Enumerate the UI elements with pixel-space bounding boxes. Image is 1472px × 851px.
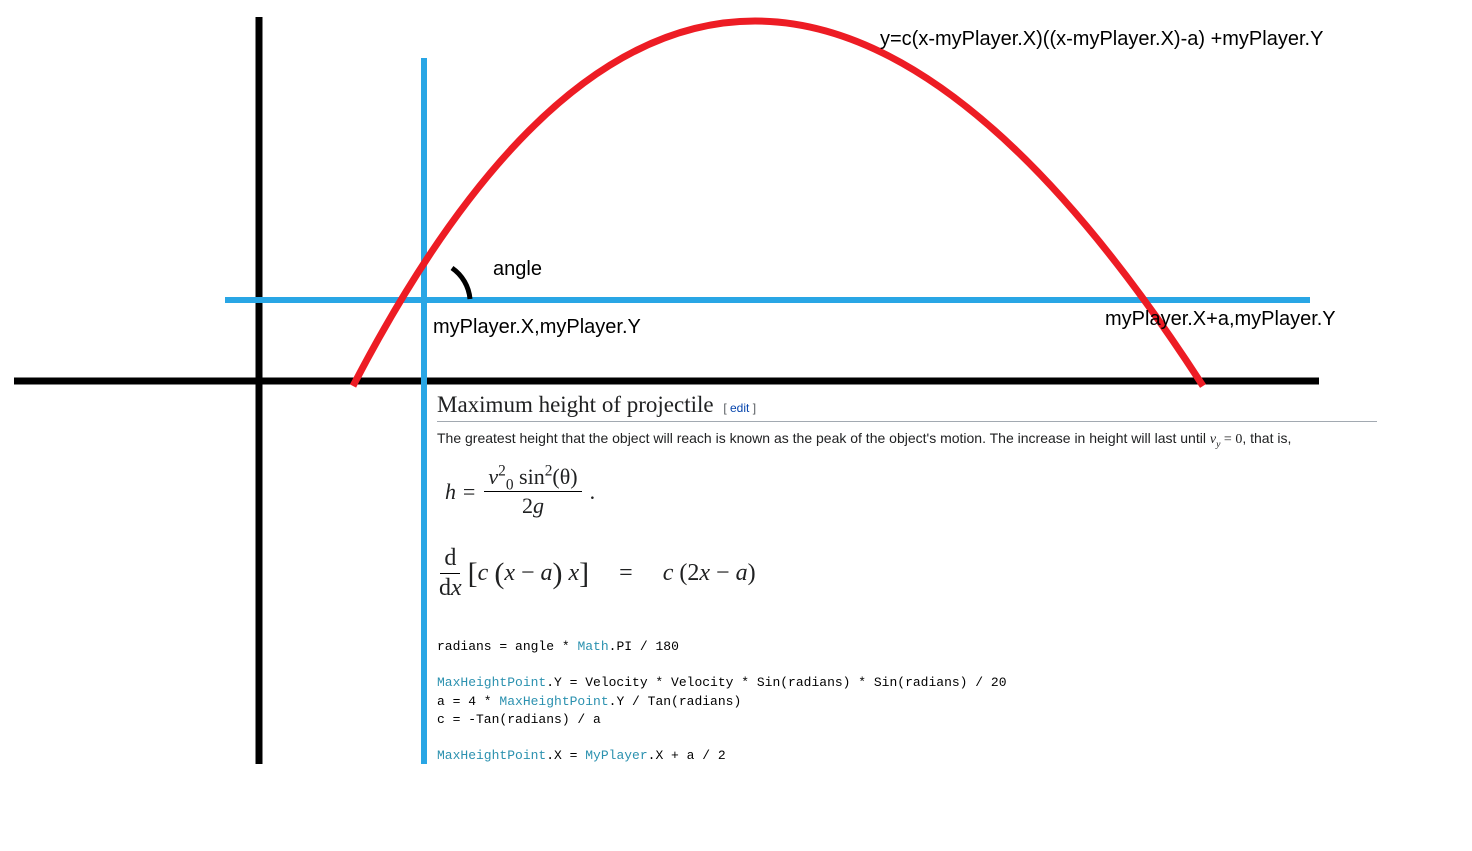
deriv-m1: −	[515, 560, 541, 586]
deriv-close: ]	[579, 557, 589, 590]
code-l3b: MaxHeightPoint	[499, 694, 608, 709]
hf-v-sup: 2	[498, 463, 506, 480]
height-formula: h = v20 sin 2 (θ) 2g .	[445, 464, 1377, 519]
hf-v: v	[488, 464, 498, 489]
deriv-d-top: d	[440, 545, 460, 574]
hf-v-sub: 0	[506, 476, 514, 493]
wiki-body-math-rhs: = 0	[1220, 432, 1242, 447]
wiki-edit-suffix: ]	[749, 401, 756, 415]
code-l4: c = -Tan(radians) / a	[437, 712, 601, 727]
code-l5d: .X + a / 2	[648, 748, 726, 763]
deriv-rhs-rp: )	[748, 560, 756, 586]
deriv-lp: (	[494, 557, 504, 590]
code-l2a: MaxHeightPoint	[437, 675, 546, 690]
wiki-edit-brackets: [ edit ]	[723, 401, 756, 415]
deriv-rhs: c (2x − a)	[663, 560, 756, 587]
deriv-d-bot: dx	[439, 574, 462, 602]
height-formula-period: .	[590, 479, 596, 505]
height-formula-numerator: v20 sin2(θ)	[484, 464, 581, 492]
deriv-x2: x	[563, 560, 580, 586]
deriv-open: [	[468, 557, 478, 590]
deriv-x1: x	[504, 560, 515, 586]
wiki-edit-link[interactable]: edit	[730, 401, 749, 415]
deriv-rhs-m: −	[710, 560, 736, 586]
code-snippet: radians = angle * Math.PI / 180 MaxHeigh…	[437, 638, 1377, 765]
deriv-d-bot-d: d	[439, 575, 451, 601]
wiki-body-prefix: The greatest height that the object will…	[437, 430, 1210, 446]
code-l5a: MaxHeightPoint	[437, 748, 546, 763]
code-l1c: .PI / 180	[609, 639, 679, 654]
derivative-formula: d dx [c (x − a) x] = c (2x − a)	[439, 545, 1377, 602]
origin-point-label: myPlayer.X,myPlayer.Y	[433, 316, 641, 339]
second-root-label: myPlayer.X+a,myPlayer.Y	[1105, 308, 1336, 331]
hf-theta: (θ)	[552, 464, 577, 489]
hf-2: 2	[522, 493, 533, 518]
code-l5c: MyPlayer	[585, 748, 647, 763]
deriv-a1: a	[541, 560, 553, 586]
deriv-rp: )	[553, 557, 563, 590]
wiki-excerpt: Maximum height of projectile [ edit ] Th…	[437, 392, 1377, 765]
code-l2b: .Y = Velocity * Velocity * Sin(radians) …	[546, 675, 1006, 690]
code-l3a: a = 4 *	[437, 694, 499, 709]
deriv-c: c	[478, 560, 489, 586]
hf-g: g	[533, 493, 544, 518]
angle-arc	[452, 268, 470, 299]
wiki-edit-prefix: [	[723, 401, 730, 415]
code-l1b: Math	[577, 639, 608, 654]
height-formula-fraction: v20 sin 2 (θ) 2g	[484, 464, 581, 519]
wiki-body: The greatest height that the object will…	[437, 428, 1377, 450]
wiki-body-suffix: , that is,	[1242, 430, 1291, 446]
equation-label: y=c(x-myPlayer.X)((x-myPlayer.X)-a) +myP…	[880, 28, 1323, 51]
deriv-brackets: [c (x − a) x]	[468, 557, 590, 591]
angle-label: angle	[493, 258, 542, 281]
code-l5b: .X =	[546, 748, 585, 763]
code-l1a: radians = angle *	[437, 639, 577, 654]
deriv-rhs-c: c	[663, 560, 674, 586]
hf-sin: sin	[514, 464, 545, 489]
height-formula-denominator: 2g	[522, 492, 544, 519]
wiki-heading: Maximum height of projectile [ edit ]	[437, 392, 1377, 422]
deriv-ddx: d dx	[439, 545, 462, 602]
deriv-equals: =	[619, 560, 633, 587]
height-formula-lhs: h =	[445, 479, 476, 505]
code-l3c: .Y / Tan(radians)	[609, 694, 742, 709]
wiki-heading-text: Maximum height of projectile	[437, 392, 714, 417]
deriv-rhs-a: a	[736, 560, 748, 586]
deriv-d-bot-x: x	[451, 575, 462, 601]
